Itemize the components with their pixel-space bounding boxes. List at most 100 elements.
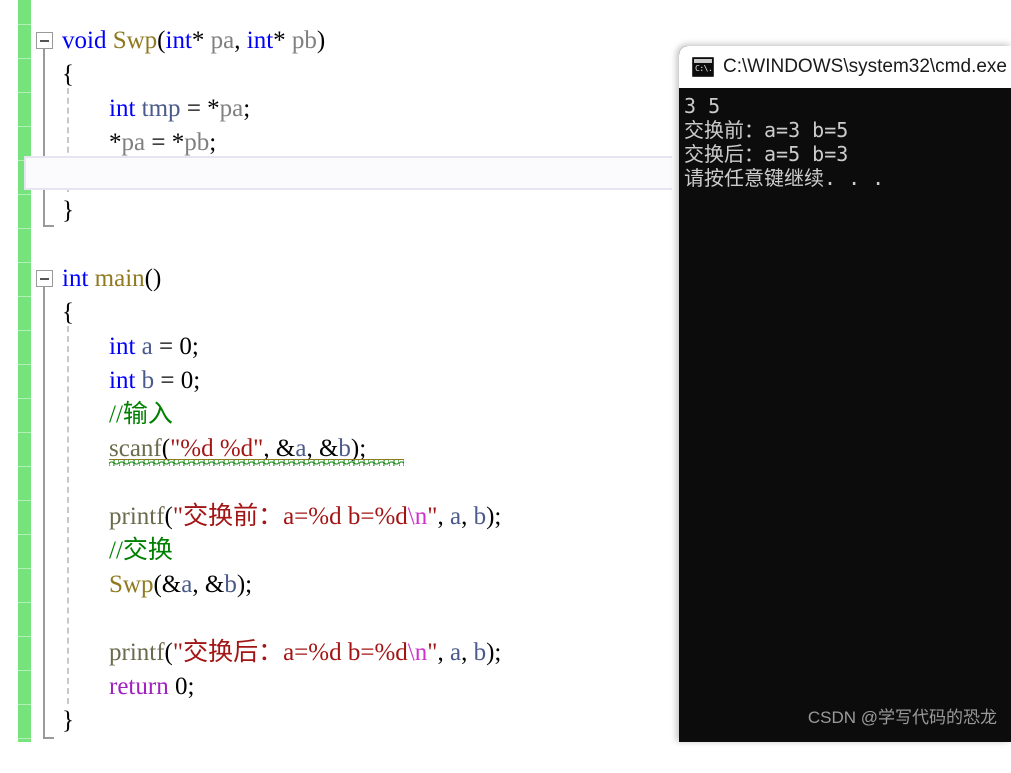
code-token: ; xyxy=(359,435,367,462)
code-token: 0 xyxy=(179,333,192,360)
code-token: scanf xyxy=(109,435,162,462)
code-line[interactable]: int main() xyxy=(62,262,161,296)
code-token: ; xyxy=(187,673,195,700)
code-token: = xyxy=(154,367,181,394)
code-token: { xyxy=(62,299,74,326)
indent-guide-line xyxy=(67,326,69,704)
change-indicator-bar xyxy=(18,0,31,773)
change-bar-segment-divider xyxy=(18,500,31,501)
code-line[interactable]: printf("交换后：a=%d b=%d\n", a, b); xyxy=(109,636,501,670)
code-line[interactable]: printf("交换前：a=%d b=%d\n", a, b); xyxy=(109,500,501,534)
code-token: " xyxy=(427,503,438,530)
warning-squiggle xyxy=(109,460,404,466)
code-token: & xyxy=(275,435,296,462)
code-token: int xyxy=(165,27,192,54)
code-token: = xyxy=(152,333,180,360)
code-token: //输入 xyxy=(109,401,173,428)
code-token: , xyxy=(437,503,450,530)
code-token: pb xyxy=(291,27,317,54)
code-token: "%d %d" xyxy=(170,435,264,462)
code-token: int xyxy=(109,95,136,122)
code-line[interactable]: *pa = *pb; xyxy=(109,126,216,160)
code-token: int xyxy=(62,265,89,292)
code-token: ; xyxy=(191,333,199,360)
block-guide-foot xyxy=(43,225,54,227)
code-token: ); xyxy=(486,639,502,666)
code-token: * xyxy=(207,95,220,122)
code-token: int xyxy=(109,367,136,394)
code-line[interactable]: { xyxy=(62,58,74,92)
change-bar-segment-divider xyxy=(18,398,31,399)
code-token: 0 xyxy=(180,367,194,394)
console-titlebar[interactable]: C:\. C:\WINDOWS\system32\cmd.exe xyxy=(679,46,1011,88)
code-token: & xyxy=(204,571,225,598)
code-token: * xyxy=(273,27,286,54)
code-token: = xyxy=(145,129,172,156)
warning-underline xyxy=(109,459,404,460)
cmd-icon-titlebar-stripe xyxy=(694,59,712,63)
change-bar-segment-divider xyxy=(18,58,31,59)
code-token: () xyxy=(144,265,162,292)
code-line[interactable]: //输入 xyxy=(109,398,173,432)
change-bar-segment-divider xyxy=(18,228,31,229)
code-line[interactable]: //交换 xyxy=(109,534,173,568)
code-token: ; xyxy=(193,367,201,394)
code-line[interactable]: void Swp(int* pa, int* pb) xyxy=(62,24,325,58)
code-token: ( xyxy=(164,639,173,666)
code-token: , xyxy=(437,639,450,666)
code-token: return xyxy=(109,673,169,700)
code-line[interactable]: Swp(&a, &b); xyxy=(109,568,252,602)
change-bar-segment-divider xyxy=(18,92,31,93)
code-token: & xyxy=(161,571,182,598)
code-token: ( xyxy=(157,27,166,54)
code-token: \n xyxy=(407,639,428,666)
code-line[interactable]: { xyxy=(62,296,74,330)
fold-toggle-icon[interactable] xyxy=(36,32,53,49)
code-line[interactable]: int tmp = *pa; xyxy=(109,92,250,126)
code-token: ); xyxy=(486,503,502,530)
current-line-highlight xyxy=(24,156,672,190)
console-output-area[interactable]: 3 5 交换前：a=3 b=5 交换后：a=5 b=3 请按任意键继续. . . xyxy=(679,88,1011,742)
code-token: b xyxy=(338,435,351,462)
code-token: ( xyxy=(164,503,173,530)
code-token: ) xyxy=(350,435,360,462)
code-token: = xyxy=(180,95,208,122)
change-bar-segment-divider xyxy=(18,568,31,569)
change-bar-segment-divider xyxy=(18,602,31,603)
code-token: a xyxy=(295,435,307,462)
code-line[interactable]: return 0; xyxy=(109,670,194,704)
change-bar-segment-divider xyxy=(18,262,31,263)
code-token: * xyxy=(191,27,205,54)
console-window[interactable]: C:\. C:\WINDOWS\system32\cmd.exe 3 5 交换前：… xyxy=(679,46,1011,742)
code-token: b xyxy=(473,639,487,666)
code-token: & xyxy=(318,435,339,462)
code-token: ( xyxy=(161,435,171,462)
code-token: { xyxy=(62,61,74,88)
code-token: tmp xyxy=(141,95,181,122)
block-guide-line xyxy=(43,287,45,737)
code-token: pa xyxy=(121,129,146,156)
change-bar-segment-divider xyxy=(18,330,31,331)
code-line[interactable]: } xyxy=(62,704,74,738)
code-token: ; xyxy=(243,95,251,122)
change-bar-segment-divider xyxy=(18,24,31,25)
code-line[interactable]: int a = 0; xyxy=(109,330,199,364)
code-token: b xyxy=(141,367,155,394)
code-line[interactable]: } xyxy=(62,194,74,228)
code-token: , xyxy=(461,639,474,666)
code-line[interactable]: int b = 0; xyxy=(109,364,200,398)
code-token: pa xyxy=(219,95,244,122)
code-token: ; xyxy=(209,129,217,156)
change-bar-segment-divider xyxy=(18,636,31,637)
cmd-prompt-icon: C:\. xyxy=(692,57,714,77)
fold-toggle-icon[interactable] xyxy=(36,270,53,287)
code-token: * xyxy=(109,129,122,156)
change-bar-segment-divider xyxy=(18,704,31,705)
code-token: a xyxy=(181,571,193,598)
code-token: //交换 xyxy=(109,537,173,564)
csdn-watermark: CSDN @学写代码的恐龙 xyxy=(807,708,997,727)
code-token: b xyxy=(224,571,237,598)
editor-left-margin xyxy=(0,0,18,742)
code-token: } xyxy=(62,707,74,734)
code-token: } xyxy=(62,197,74,224)
